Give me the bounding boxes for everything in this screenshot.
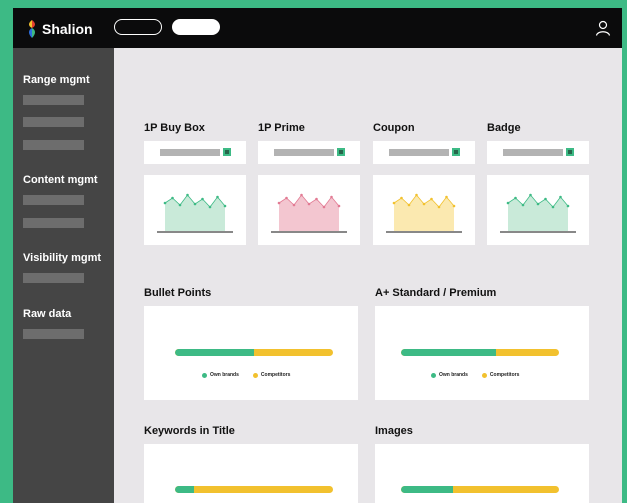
metric-title: Coupon — [373, 122, 415, 134]
metric-filter-select[interactable] — [487, 141, 589, 164]
a-plus-card: Own brands Competitors — [375, 306, 589, 400]
sidebar: Range mgmt Content mgmt Visibility mgmt … — [13, 48, 114, 503]
bullet-points-card: Own brands Competitors — [144, 306, 358, 400]
checkbox-icon[interactable] — [223, 148, 231, 156]
select-placeholder — [503, 149, 563, 156]
sidebar-section-content[interactable]: Content mgmt — [23, 174, 98, 186]
checkbox-icon[interactable] — [452, 148, 460, 156]
metric-filter-select[interactable] — [144, 141, 246, 164]
select-placeholder — [389, 149, 449, 156]
sidebar-item-placeholder[interactable] — [23, 273, 84, 283]
nav-pill-filled[interactable] — [172, 19, 220, 35]
sidebar-section-visibility[interactable]: Visibility mgmt — [23, 252, 101, 264]
legend-competitors: Competitors — [260, 372, 291, 378]
own-share-fill — [401, 486, 454, 493]
own-share-fill — [175, 486, 194, 493]
panel-title: Images — [375, 425, 413, 437]
sidebar-item-placeholder[interactable] — [23, 329, 84, 339]
app-frame: Shalion Range mgmt Content mgmt Visibili… — [13, 8, 622, 503]
own-brands-swatch — [202, 372, 207, 378]
logo[interactable]: Shalion — [25, 20, 93, 38]
legend-own: Own brands — [439, 372, 468, 378]
sparkline-card — [258, 175, 360, 245]
app-name: Shalion — [42, 21, 93, 37]
checkbox-icon[interactable] — [566, 148, 574, 156]
share-bar — [175, 486, 333, 493]
sparkline-chart — [271, 193, 347, 233]
share-bar — [401, 486, 559, 493]
checkbox-icon[interactable] — [337, 148, 345, 156]
sparkline-card — [144, 175, 246, 245]
legend-competitors: Competitors — [489, 372, 520, 378]
metric-title: 1P Buy Box — [144, 122, 205, 134]
nav-pill-outline[interactable] — [114, 19, 162, 35]
share-bar — [175, 349, 333, 356]
metric-title: 1P Prime — [258, 122, 305, 134]
sidebar-item-placeholder[interactable] — [23, 95, 84, 105]
metric-title: Badge — [487, 122, 521, 134]
metric-filter-select[interactable] — [373, 141, 475, 164]
select-placeholder — [160, 149, 220, 156]
top-bar: Shalion — [13, 8, 622, 48]
user-icon[interactable] — [595, 20, 611, 36]
images-card — [375, 444, 589, 503]
sparkline-chart — [386, 193, 462, 233]
panel-title: A+ Standard / Premium — [375, 287, 497, 299]
keywords-card — [144, 444, 358, 503]
sidebar-section-raw-data[interactable]: Raw data — [23, 308, 71, 320]
share-bar — [401, 349, 559, 356]
metric-filter-select[interactable] — [258, 141, 360, 164]
sidebar-item-placeholder[interactable] — [23, 195, 84, 205]
sidebar-item-placeholder[interactable] — [23, 140, 84, 150]
own-brands-swatch — [431, 372, 436, 378]
sidebar-item-placeholder[interactable] — [23, 218, 84, 228]
legend-own: Own brands — [210, 372, 239, 378]
shalion-logo-icon — [29, 20, 35, 38]
sidebar-section-range[interactable]: Range mgmt — [23, 74, 90, 86]
sparkline-card — [373, 175, 475, 245]
panel-title: Keywords in Title — [144, 425, 235, 437]
select-placeholder — [274, 149, 334, 156]
panel-title: Bullet Points — [144, 287, 212, 299]
sparkline-chart — [500, 193, 576, 233]
chart-legend: Own brands Competitors — [202, 372, 290, 378]
own-share-fill — [175, 349, 254, 356]
sparkline-card — [487, 175, 589, 245]
competitors-swatch — [481, 372, 487, 378]
chart-legend: Own brands Competitors — [431, 372, 519, 378]
own-share-fill — [401, 349, 496, 356]
sparkline-chart — [157, 193, 233, 233]
competitors-swatch — [252, 372, 258, 378]
sidebar-item-placeholder[interactable] — [23, 117, 84, 127]
